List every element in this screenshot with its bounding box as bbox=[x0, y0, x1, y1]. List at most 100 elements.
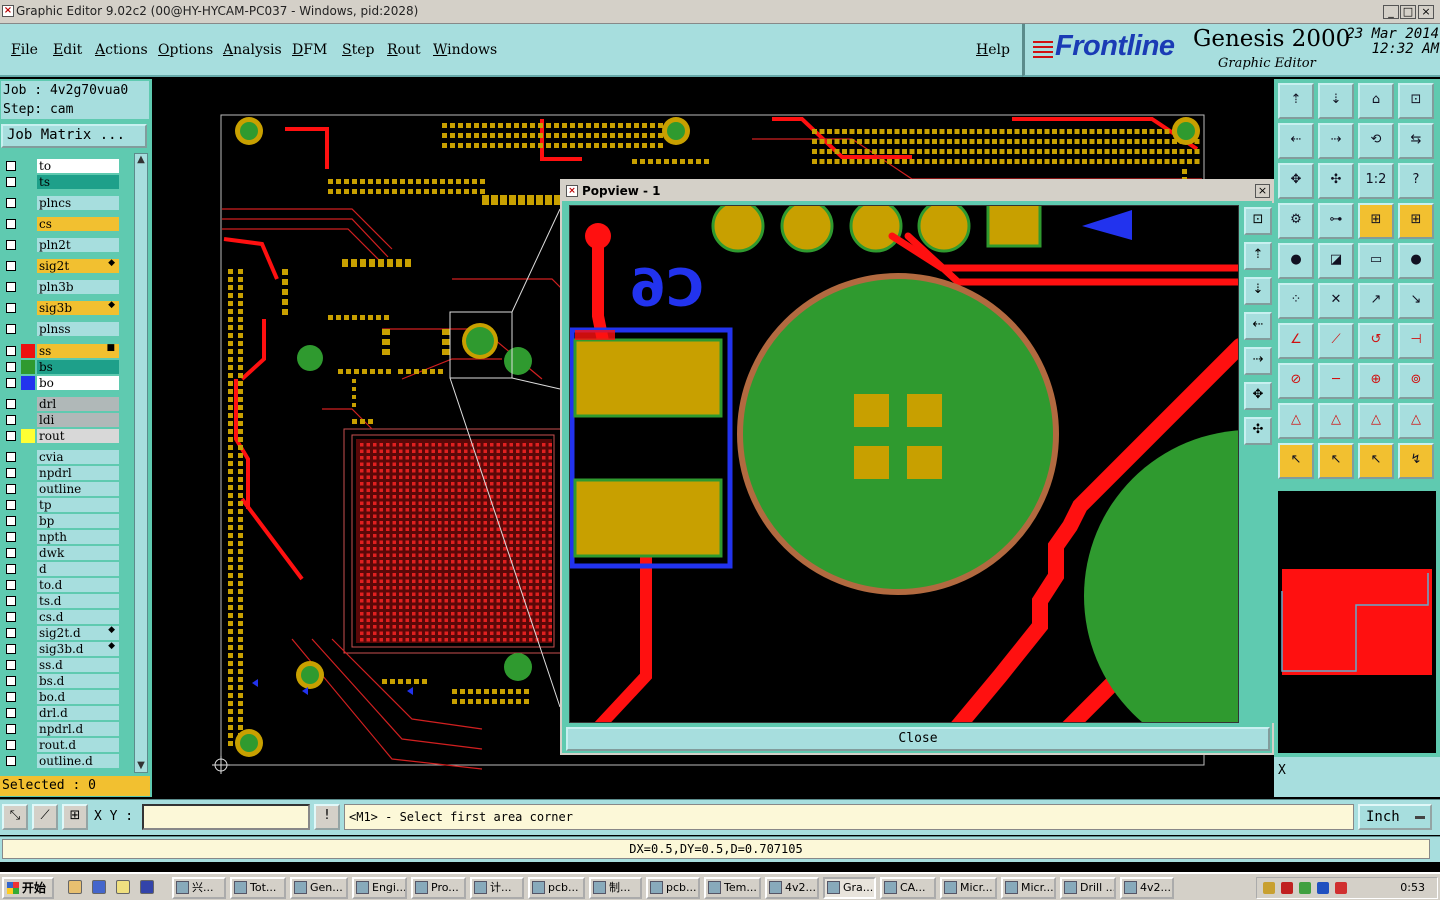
layer-name[interactable]: drl bbox=[37, 397, 119, 411]
layer-checkbox[interactable] bbox=[6, 346, 16, 356]
taskbar-task[interactable]: pcb... bbox=[528, 877, 585, 899]
menu-analysis[interactable]: Analysis bbox=[223, 42, 282, 58]
popview-close-icon[interactable]: × bbox=[1255, 184, 1270, 198]
layer-checkbox[interactable] bbox=[6, 198, 16, 208]
menu-file[interactable]: File bbox=[11, 42, 38, 58]
layer-name[interactable]: sig2t.d bbox=[37, 626, 119, 640]
layer-color-swatch[interactable] bbox=[21, 376, 35, 390]
layer-row[interactable]: bs.d bbox=[1, 673, 123, 689]
layer-color-swatch[interactable] bbox=[21, 429, 35, 443]
layer-name[interactable]: plnss bbox=[37, 322, 119, 336]
move-a-tool-icon[interactable]: ↗ bbox=[1358, 283, 1394, 319]
popview-zoom-view[interactable]: C6 bbox=[569, 205, 1239, 723]
round-tool-icon[interactable]: ● bbox=[1398, 243, 1434, 279]
layer-row[interactable]: sig3b.d ◆ bbox=[1, 641, 123, 657]
taskbar-task[interactable]: Micr... bbox=[1001, 877, 1056, 899]
layer-checkbox[interactable] bbox=[6, 676, 16, 686]
select-b-tool-icon[interactable]: ↖ bbox=[1318, 443, 1354, 479]
menu-dfm[interactable]: DFM bbox=[292, 42, 327, 58]
move-b-tool-icon[interactable]: ↘ bbox=[1398, 283, 1434, 319]
taskbar-task[interactable]: 4v2... bbox=[1120, 877, 1174, 899]
zoom-out-tool-icon[interactable]: ✣ bbox=[1318, 163, 1354, 199]
zoom-page-tool-icon[interactable]: ⌂ bbox=[1358, 83, 1394, 119]
layer-row[interactable]: dwk bbox=[1, 545, 123, 561]
layer-checkbox[interactable] bbox=[6, 692, 16, 702]
layer-name[interactable]: ts bbox=[37, 175, 119, 189]
layer-row[interactable]: cs bbox=[1, 216, 123, 237]
popview-pcb-detail[interactable]: C6 bbox=[570, 206, 1239, 723]
measure-mode-icon[interactable]: ⟋ bbox=[32, 804, 58, 830]
select-d-tool-icon[interactable]: ↯ bbox=[1398, 443, 1434, 479]
menu-options[interactable]: Options bbox=[158, 42, 213, 58]
layer-name[interactable]: ts.d bbox=[37, 594, 119, 608]
snap-mode-icon[interactable]: ⤡ bbox=[2, 804, 28, 830]
layer-name[interactable]: ldi bbox=[37, 413, 119, 427]
layer-row[interactable]: outline.d bbox=[1, 753, 123, 769]
layer-row[interactable]: pln3b bbox=[1, 279, 123, 300]
layer-name[interactable]: bp bbox=[37, 514, 119, 528]
taskbar-task[interactable]: Tem... bbox=[704, 877, 761, 899]
layer-name[interactable]: sig3b bbox=[37, 301, 119, 315]
layer-name[interactable]: drl.d bbox=[37, 706, 119, 720]
job-matrix-button[interactable]: Job Matrix ... bbox=[1, 124, 147, 148]
menu-actions[interactable]: Actions bbox=[95, 42, 148, 58]
layer-checkbox[interactable] bbox=[6, 612, 16, 622]
layer-name[interactable]: outline.d bbox=[37, 754, 119, 768]
layer-checkbox[interactable] bbox=[6, 628, 16, 638]
taskbar-task[interactable]: 兴... bbox=[172, 877, 226, 899]
taskbar-task[interactable]: Gra... bbox=[823, 877, 876, 899]
alert-icon[interactable]: ! bbox=[314, 804, 340, 830]
tray-network-icon[interactable] bbox=[1263, 882, 1275, 894]
layer-checkbox[interactable] bbox=[6, 399, 16, 409]
layer-name[interactable]: plncs bbox=[37, 196, 119, 210]
scale-tool-icon[interactable]: 1:2 bbox=[1358, 163, 1394, 199]
layer-row[interactable]: drl bbox=[1, 396, 123, 412]
layer-row[interactable]: tp bbox=[1, 497, 123, 513]
layer-row[interactable]: sig3b ◆ bbox=[1, 300, 123, 321]
layer-name[interactable]: ss.d bbox=[37, 658, 119, 672]
start-button[interactable]: 开始 bbox=[2, 877, 54, 899]
popview-pan-left-icon[interactable]: ⇠ bbox=[1244, 312, 1272, 340]
layer-row[interactable]: sig2t.d ◆ bbox=[1, 625, 123, 641]
menu-edit[interactable]: Edit bbox=[53, 42, 82, 58]
menu-help[interactable]: Help bbox=[976, 42, 1010, 58]
layer-checkbox[interactable] bbox=[6, 644, 16, 654]
layer-scrollbar[interactable]: ▲ ▼ bbox=[134, 153, 148, 773]
layer-row[interactable]: cs.d bbox=[1, 609, 123, 625]
layer-row[interactable]: plnss bbox=[1, 321, 123, 342]
layer-row[interactable]: bs bbox=[1, 359, 123, 375]
layer-a-tool-icon[interactable]: ⊞ bbox=[1358, 203, 1394, 239]
taskbar-task[interactable]: Tot... bbox=[230, 877, 286, 899]
layer-checkbox[interactable] bbox=[6, 240, 16, 250]
tray-security-icon[interactable] bbox=[1299, 882, 1311, 894]
minimap-view[interactable] bbox=[1278, 491, 1436, 753]
layer-name[interactable]: rout.d bbox=[37, 738, 119, 752]
layer-checkbox[interactable] bbox=[6, 756, 16, 766]
layer-row[interactable]: cvia bbox=[1, 449, 123, 465]
layer-checkbox[interactable] bbox=[6, 484, 16, 494]
layer-checkbox[interactable] bbox=[6, 500, 16, 510]
measure-tool-icon[interactable]: ▭ bbox=[1358, 243, 1394, 279]
menu-rout[interactable]: Rout bbox=[387, 42, 421, 58]
layer-row[interactable]: drl.d bbox=[1, 705, 123, 721]
scroll-up-icon[interactable]: ▲ bbox=[136, 154, 146, 166]
layer-name[interactable]: cs bbox=[37, 217, 119, 231]
maximize-button[interactable]: □ bbox=[1400, 5, 1416, 19]
taskbar-task[interactable]: CA... bbox=[880, 877, 936, 899]
layer-name[interactable]: npdrl.d bbox=[37, 722, 119, 736]
layer-row[interactable]: ts bbox=[1, 174, 123, 190]
taskbar-task[interactable]: 4v2... bbox=[765, 877, 819, 899]
layer-row[interactable]: ss ■ bbox=[1, 343, 123, 359]
tray-s-icon[interactable] bbox=[1335, 882, 1347, 894]
tray-input-icon[interactable] bbox=[1317, 882, 1329, 894]
layer-name[interactable]: cvia bbox=[37, 450, 119, 464]
layer-row[interactable]: ldi bbox=[1, 412, 123, 428]
popview-pan-up-icon[interactable]: ⇡ bbox=[1244, 242, 1272, 270]
layer-checkbox[interactable] bbox=[6, 324, 16, 334]
layer-checkbox[interactable] bbox=[6, 724, 16, 734]
layer-name[interactable]: to bbox=[37, 159, 119, 173]
quicklaunch-folder-icon[interactable] bbox=[116, 880, 130, 894]
close-window-button[interactable]: × bbox=[1418, 5, 1434, 19]
pan-right-tool-icon[interactable]: ⇢ bbox=[1318, 123, 1354, 159]
center-tool-icon[interactable]: ⊕ bbox=[1358, 363, 1394, 399]
